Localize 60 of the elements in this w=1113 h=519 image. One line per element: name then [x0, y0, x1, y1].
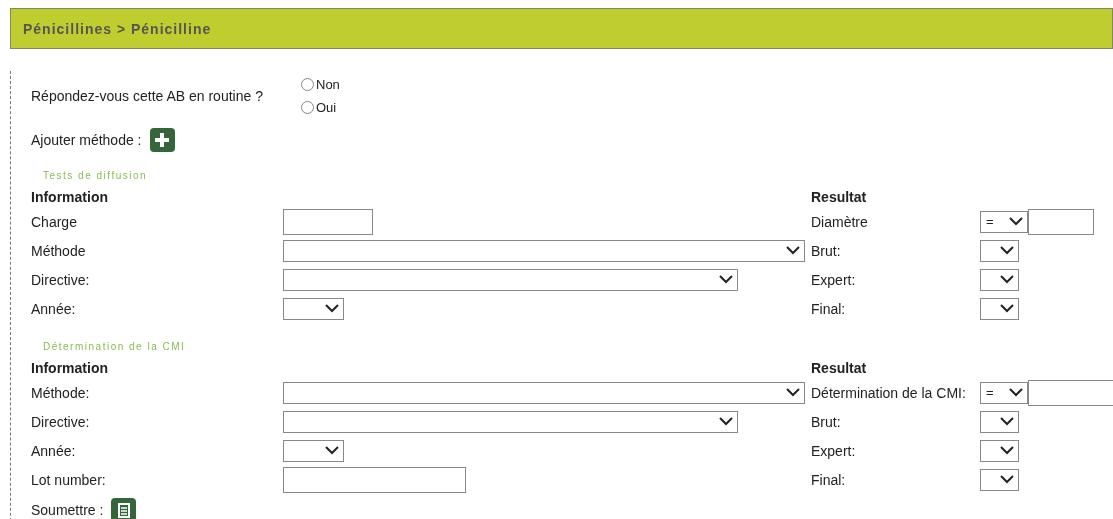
field-label: Lot number:: [31, 471, 107, 488]
chevron-down-icon: [719, 417, 733, 426]
field-label: Méthode:: [31, 384, 91, 401]
breadcrumb-title: Pénicillines > Pénicilline: [23, 20, 212, 37]
submit-button[interactable]: [111, 498, 137, 519]
chevron-down-icon: [1009, 217, 1023, 226]
plus-icon: [155, 133, 169, 147]
chevron-down-icon: [1000, 304, 1014, 313]
input-field[interactable]: [1028, 379, 1113, 406]
field-label: Expert:: [811, 442, 857, 459]
chevron-down-icon: [786, 246, 800, 255]
radio-option[interactable]: Oui: [301, 100, 340, 115]
chevron-down-icon: [1000, 417, 1014, 426]
field-label: Charge: [31, 213, 78, 230]
field-label: Diamètre: [811, 213, 869, 230]
chevron-down-icon: [1000, 475, 1014, 484]
field-label: Directive:: [31, 413, 91, 430]
dropdown[interactable]: [980, 239, 1019, 262]
dropdown[interactable]: [283, 297, 344, 320]
field-label: Année:: [31, 300, 77, 317]
chevron-down-icon: [325, 304, 339, 313]
dropdown[interactable]: [980, 468, 1019, 491]
input-field[interactable]: [283, 466, 466, 493]
field-label: Directive:: [31, 271, 91, 288]
chevron-down-icon: [1009, 388, 1023, 397]
dropdown[interactable]: [980, 410, 1019, 433]
question-label: Répondez-vous cette AB en routine ?: [31, 88, 264, 104]
field-label: Année:: [31, 442, 77, 459]
dropdown[interactable]: [980, 297, 1019, 320]
chevron-down-icon: [1000, 275, 1014, 284]
input-field[interactable]: [283, 208, 373, 235]
dropdown[interactable]: [980, 439, 1019, 462]
submit-label: Soumettre :: [31, 502, 104, 518]
add-button[interactable]: [149, 128, 175, 152]
dropdown[interactable]: =: [980, 210, 1028, 233]
section-title: Détermination de la CMI: [43, 341, 187, 352]
column-heading: Information: [31, 359, 109, 378]
field-label: Brut:: [811, 242, 842, 259]
field-label: Brut:: [811, 413, 842, 430]
field-label: Expert:: [811, 271, 857, 288]
field-label: Final:: [811, 300, 847, 317]
chevron-down-icon: [1000, 446, 1014, 455]
column-heading: Resultat: [811, 188, 868, 207]
chevron-down-icon: [786, 388, 800, 397]
input-field[interactable]: [1028, 208, 1094, 235]
add-method-label: Ajouter méthode :: [31, 132, 142, 148]
column-heading: Resultat: [811, 359, 868, 378]
field-label: Méthode: [31, 242, 87, 259]
dropdown[interactable]: =: [980, 381, 1028, 404]
chevron-down-icon: [325, 446, 339, 455]
section-title: Tests de diffusion: [43, 170, 149, 181]
field-label: Détermination de la CMI:: [811, 384, 967, 401]
chevron-down-icon: [1000, 246, 1014, 255]
field-label: Final:: [811, 471, 847, 488]
column-heading: Information: [31, 188, 109, 207]
document-icon: [117, 502, 130, 518]
dropdown[interactable]: [283, 439, 344, 462]
chevron-down-icon: [719, 275, 733, 284]
radio-option[interactable]: Non: [301, 77, 340, 92]
dropdown[interactable]: [980, 268, 1019, 291]
